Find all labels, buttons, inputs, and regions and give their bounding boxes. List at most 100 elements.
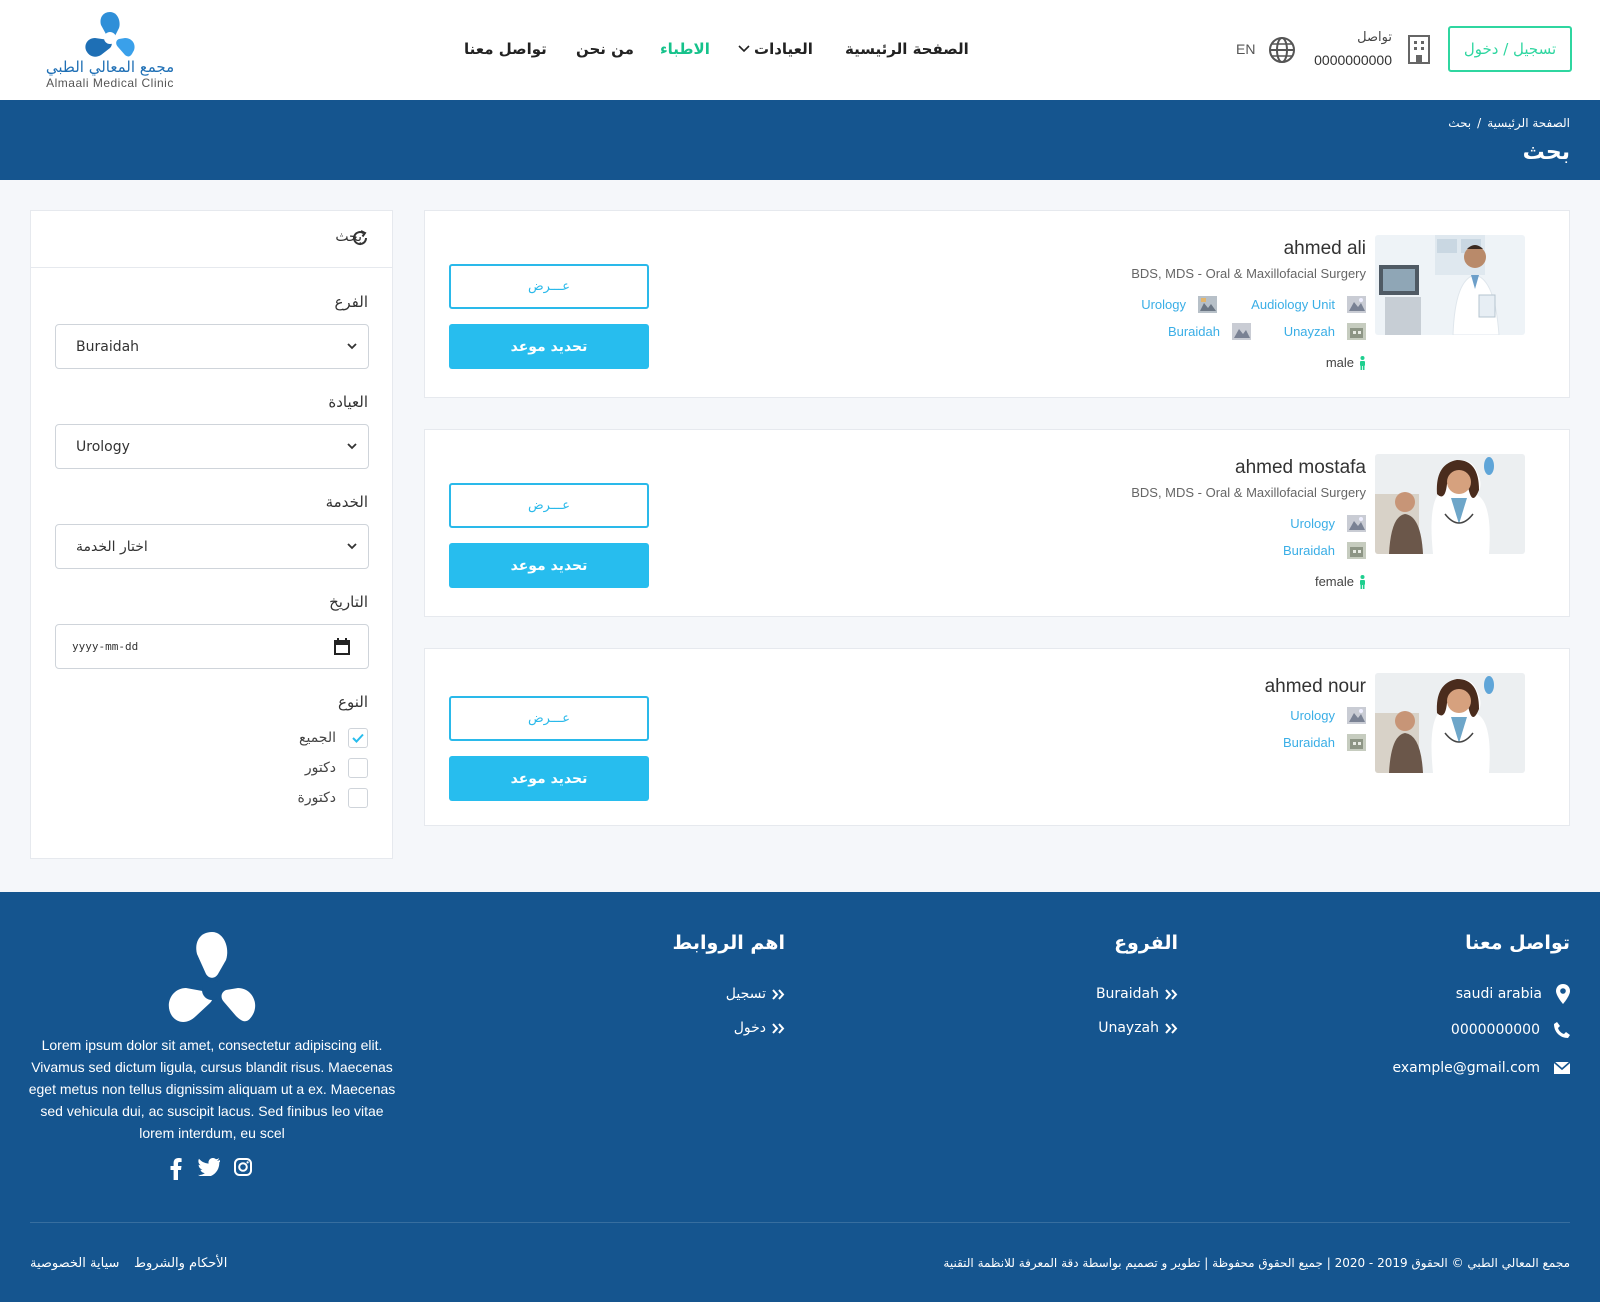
doctor-branch-tag[interactable]: Buraidah bbox=[1168, 323, 1251, 340]
doctor-branch-tag[interactable]: Buraidah bbox=[1283, 734, 1366, 751]
language-switch[interactable]: EN bbox=[1236, 36, 1296, 64]
type-option-label: الجميع bbox=[299, 730, 336, 746]
site-footer: تواصل معنا saudi arabia 0000000000 examp… bbox=[0, 892, 1600, 1302]
site-logo[interactable]: مجمع المعالي الطبي Almaali Medical Clini… bbox=[30, 8, 190, 96]
footer-address-text: saudi arabia bbox=[1455, 986, 1542, 1002]
footer-email-text: example@gmail.com bbox=[1392, 1060, 1541, 1076]
breadcrumb-separator: / bbox=[1477, 116, 1482, 130]
filter-panel-title: بحث bbox=[335, 229, 362, 245]
clinic-select[interactable]: Urology bbox=[55, 424, 369, 469]
footer-register-link[interactable]: تسجيل bbox=[726, 986, 785, 1002]
nav-about[interactable]: من نحن bbox=[576, 40, 634, 58]
breadcrumb: الصفحة الرئيسية / بحث bbox=[1442, 116, 1570, 130]
date-placeholder: yyyy-mm-dd bbox=[72, 640, 139, 653]
doctor-branch-tag[interactable]: Buraidah bbox=[1283, 542, 1366, 559]
doctor-clinic-tag[interactable]: Audiology Unit bbox=[1251, 296, 1366, 313]
search-filter-panel: بحث الفرع Buraidah العيادة Urology الخدم… bbox=[30, 210, 393, 859]
service-select[interactable]: اختار الخدمة bbox=[55, 524, 369, 569]
footer-branch-link[interactable]: Buraidah bbox=[1096, 986, 1178, 1002]
branch-thumbnail-icon bbox=[1347, 542, 1366, 559]
nav-contact[interactable]: تواصل معنا bbox=[464, 40, 547, 58]
date-input[interactable]: yyyy-mm-dd bbox=[55, 624, 369, 669]
instagram-icon[interactable] bbox=[234, 1158, 252, 1176]
branch-thumbnail-icon bbox=[1232, 323, 1251, 340]
doctor-clinic-tag[interactable]: Urology bbox=[1141, 296, 1217, 313]
clinic-label: العيادة bbox=[328, 393, 368, 411]
nav-doctors[interactable]: الاطباء bbox=[660, 40, 710, 58]
privacy-link[interactable]: سياية الخصوصية bbox=[30, 1256, 119, 1271]
checkbox-all[interactable] bbox=[348, 728, 368, 748]
filter-panel-header: بحث bbox=[31, 211, 392, 268]
doctor-card: ahmed ali BDS, MDS - Oral & Maxillofacia… bbox=[424, 210, 1570, 398]
check-icon bbox=[352, 733, 364, 743]
doctor-qualification: BDS, MDS - Oral & Maxillofacial Surgery bbox=[1131, 485, 1366, 500]
footer-email[interactable]: example@gmail.com bbox=[1375, 1060, 1570, 1076]
service-select-value: اختار الخدمة bbox=[76, 538, 148, 555]
doctor-photo[interactable] bbox=[1375, 235, 1525, 335]
logo-arabic-text: مجمع المعالي الطبي bbox=[45, 58, 175, 76]
view-doctor-button[interactable]: عـــرض bbox=[449, 696, 649, 741]
doctor-branch-tag[interactable]: Unayzah bbox=[1284, 323, 1366, 340]
footer-divider bbox=[30, 1222, 1570, 1223]
branch-thumbnail-icon bbox=[1347, 734, 1366, 751]
twitter-icon[interactable] bbox=[198, 1158, 220, 1176]
double-chevron-icon bbox=[1165, 1022, 1178, 1034]
breadcrumb-home[interactable]: الصفحة الرئيسية bbox=[1487, 116, 1570, 130]
type-option-male[interactable]: دكتور bbox=[305, 757, 368, 779]
book-appointment-button[interactable]: تحديد موعد bbox=[449, 543, 649, 588]
branch-name: Unayzah bbox=[1283, 324, 1335, 339]
branch-select[interactable]: Buraidah bbox=[55, 324, 369, 369]
footer-link-text: تسجيل bbox=[725, 986, 766, 1002]
footer-branch-link[interactable]: Unayzah bbox=[1098, 1020, 1178, 1036]
branch-name: Buraidah bbox=[1282, 735, 1335, 750]
clinic-thumbnail-icon bbox=[1347, 296, 1366, 313]
doctor-gender: female bbox=[1315, 574, 1366, 589]
doctor-clinic-tag[interactable]: Urology bbox=[1290, 707, 1366, 724]
gender-label: male bbox=[1325, 355, 1354, 370]
footer-login-link[interactable]: دخول bbox=[734, 1020, 785, 1036]
person-icon bbox=[1360, 355, 1365, 370]
checkbox-female[interactable] bbox=[348, 788, 368, 808]
doctor-name[interactable]: ahmed nour bbox=[1265, 676, 1366, 698]
building-icon bbox=[1408, 35, 1430, 64]
type-option-female[interactable]: دكتورة bbox=[298, 787, 368, 809]
copyright-text: مجمع المعالي الطبي © الحقوق 2019 - 2020 … bbox=[943, 1256, 1570, 1270]
terms-link[interactable]: الأحكام والشروط bbox=[134, 1256, 227, 1271]
clinic-name: Urology bbox=[1141, 297, 1186, 312]
nav-home[interactable]: الصفحة الرئيسية bbox=[845, 40, 969, 58]
chevron-down-icon bbox=[347, 543, 357, 550]
checkbox-male[interactable] bbox=[348, 758, 368, 778]
book-appointment-button[interactable]: تحديد موعد bbox=[449, 756, 649, 801]
clinic-select-value: Urology bbox=[76, 438, 130, 455]
view-doctor-button[interactable]: عـــرض bbox=[449, 483, 649, 528]
doctor-clinic-tag[interactable]: Urology bbox=[1290, 515, 1366, 532]
branch-thumbnail-icon bbox=[1347, 323, 1366, 340]
logo-english-text: Almaali Medical Clinic bbox=[46, 76, 174, 90]
doctor-photo[interactable] bbox=[1375, 454, 1525, 554]
nav-clinics[interactable]: العيادات bbox=[738, 40, 813, 58]
type-option-all[interactable]: الجميع bbox=[299, 727, 368, 749]
page-title: بحث bbox=[1522, 140, 1570, 165]
calendar-icon[interactable] bbox=[334, 638, 350, 655]
footer-phone[interactable]: 0000000000 bbox=[1437, 1022, 1570, 1038]
breadcrumb-current: بحث bbox=[1448, 116, 1472, 130]
view-doctor-button[interactable]: عـــرض bbox=[449, 264, 649, 309]
doctor-name[interactable]: ahmed mostafa bbox=[1235, 457, 1366, 479]
clinic-thumbnail-icon bbox=[1347, 515, 1366, 532]
type-option-label: دكتور bbox=[304, 760, 336, 776]
doctor-name[interactable]: ahmed ali bbox=[1284, 238, 1366, 260]
book-appointment-button[interactable]: تحديد موعد bbox=[449, 324, 649, 369]
contact-label: تواصل bbox=[1357, 30, 1392, 45]
doctor-photo[interactable] bbox=[1375, 673, 1525, 773]
branch-name: Buraidah bbox=[1282, 543, 1335, 558]
chevron-down-icon bbox=[738, 45, 750, 53]
login-register-button[interactable]: تسجيل / دخول bbox=[1448, 26, 1572, 72]
footer-link-text: دخول bbox=[733, 1020, 766, 1036]
double-chevron-icon bbox=[772, 1022, 785, 1034]
branch-select-value: Buraidah bbox=[76, 338, 140, 355]
header-contact[interactable]: تواصل 0000000000 bbox=[1312, 28, 1432, 72]
location-pin-icon bbox=[1556, 984, 1570, 1004]
footer-branches-title: الفروع bbox=[1114, 932, 1178, 954]
facebook-icon[interactable] bbox=[170, 1158, 182, 1180]
clinic-thumbnail-icon bbox=[1347, 707, 1366, 724]
